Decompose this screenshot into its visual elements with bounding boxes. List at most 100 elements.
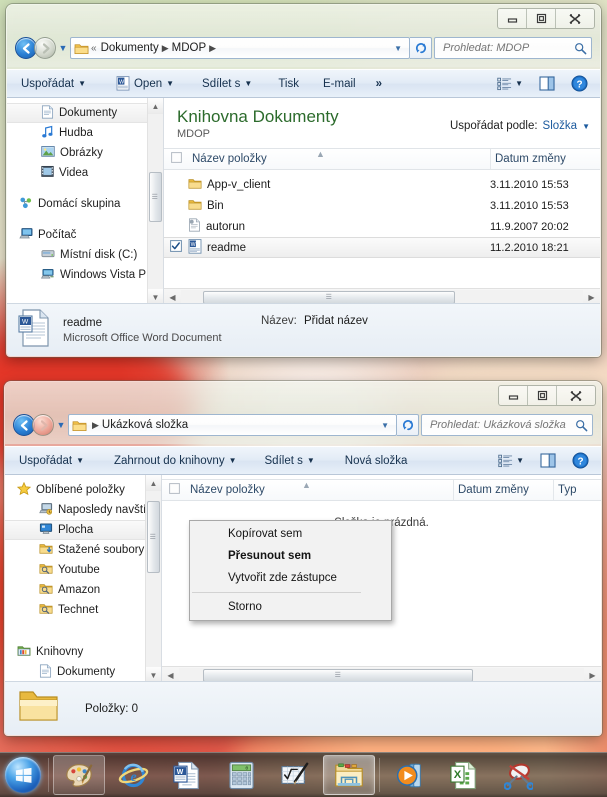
forward-button[interactable] bbox=[32, 414, 54, 436]
recent-locations-button[interactable]: ▼ bbox=[54, 420, 68, 430]
window1-caption-buttons[interactable] bbox=[497, 8, 595, 29]
close-button[interactable] bbox=[557, 386, 595, 405]
select-all-checkbox[interactable] bbox=[170, 150, 182, 168]
sidebar-item-videa[interactable]: Videa bbox=[7, 163, 163, 183]
sidebar-item-domaci-skupina[interactable]: Domácí skupina bbox=[7, 194, 163, 214]
taskbar-button-media-player[interactable] bbox=[384, 755, 436, 795]
organize-button[interactable]: Uspořádat ▼ bbox=[13, 72, 94, 95]
include-in-library-button[interactable]: Zahrnout do knihovny ▼ bbox=[106, 449, 245, 472]
scroll-up-icon[interactable]: ▲ bbox=[147, 98, 163, 114]
taskbar-buttons[interactable]: e W 0 bbox=[52, 754, 376, 796]
breadcrumb-separator-0[interactable]: ▶ bbox=[91, 420, 100, 431]
window1-nav-pane[interactable]: Dokumenty Hudba Obrázky Videa Domácí sku… bbox=[7, 98, 164, 305]
window2-address-row[interactable]: ▼ ▶ Ukázková složka ▼ bbox=[5, 412, 601, 438]
sidebar-item-dokumenty[interactable]: Dokumenty bbox=[5, 662, 161, 682]
taskbar-button-word[interactable]: W bbox=[161, 755, 213, 795]
sidebar-item-amazon[interactable]: Amazon bbox=[5, 580, 161, 600]
taskbar-button-calculator[interactable]: 0 bbox=[215, 755, 267, 795]
sidebar-item-hudba[interactable]: Hudba bbox=[7, 123, 163, 143]
taskbar-button-internet-explorer[interactable]: e bbox=[107, 755, 159, 795]
arrange-by-control[interactable]: Uspořádat podle: Složka ▼ bbox=[450, 120, 590, 132]
file-name-cell[interactable]: W readme bbox=[188, 238, 490, 257]
select-all-checkbox-cell[interactable] bbox=[164, 150, 188, 168]
sidebar-item-dokumenty[interactable]: Dokumenty bbox=[7, 103, 163, 123]
search-icon[interactable] bbox=[574, 42, 587, 55]
forward-button[interactable] bbox=[34, 37, 56, 59]
table-row[interactable]: autorun 11.9.2007 20:02 bbox=[164, 216, 600, 237]
context-menu-item-cancel[interactable]: Storno bbox=[190, 596, 391, 618]
help-button[interactable]: ? bbox=[567, 72, 592, 95]
drag-drop-context-menu[interactable]: Kopírovat sem Přesunout sem Vytvořit zde… bbox=[189, 520, 392, 621]
hscroll-thumb[interactable]: ☰ bbox=[203, 668, 473, 682]
context-menu-item-create-shortcut-here[interactable]: Vytvořit zde zástupce bbox=[190, 567, 391, 589]
details-title-field[interactable]: Název: Přidat název bbox=[261, 315, 368, 327]
sidebar-item-pocitac[interactable]: Počítač bbox=[7, 225, 163, 245]
row-checkbox-checked[interactable] bbox=[170, 240, 182, 255]
file-name-cell[interactable]: App-v_client bbox=[188, 177, 490, 193]
search-input[interactable] bbox=[441, 41, 574, 55]
file-name-cell[interactable]: autorun bbox=[188, 218, 490, 235]
breadcrumb-bar[interactable]: « Dokumenty ▶ MDOP ▶ ▼ bbox=[70, 37, 410, 59]
taskbar-buttons-secondary[interactable]: X bbox=[383, 754, 545, 796]
nav-scroll-track[interactable]: ☰ bbox=[147, 114, 163, 289]
restore-button[interactable] bbox=[528, 386, 557, 405]
file-name-cell[interactable]: Bin bbox=[188, 198, 490, 214]
sidebar-item-obrazky[interactable]: Obrázky bbox=[7, 143, 163, 163]
sidebar-item-knihovny[interactable]: Knihovny bbox=[5, 642, 161, 662]
window1-file-list[interactable]: App-v_client 3.11.2010 15:53 Bin 3.11.20… bbox=[164, 170, 600, 258]
nav-scroll-thumb[interactable]: ☰ bbox=[148, 172, 162, 222]
taskbar-button-explorer[interactable] bbox=[323, 755, 375, 795]
taskbar-button-excel[interactable]: X bbox=[438, 755, 490, 795]
recent-locations-button[interactable]: ▼ bbox=[56, 43, 70, 53]
taskbar-button-snipping-tool[interactable] bbox=[492, 755, 544, 795]
views-button[interactable]: ▼ bbox=[494, 449, 528, 472]
window1-column-header[interactable]: Název položky Datum změny ▲ bbox=[164, 148, 600, 170]
scroll-up-icon[interactable]: ▲ bbox=[145, 475, 161, 491]
window2-nav-pane[interactable]: Oblíbené položky Naposledy navští… Ploch… bbox=[5, 475, 162, 683]
select-all-checkbox[interactable] bbox=[168, 481, 180, 499]
sidebar-item-oblibene-polozky[interactable]: Oblíbené položky bbox=[5, 480, 161, 500]
breadcrumb-dropdown-icon[interactable]: ▼ bbox=[389, 44, 407, 53]
window1-address-row[interactable]: ▼ « Dokumenty ▶ MDOP ▶ ▼ bbox=[7, 35, 600, 61]
help-button[interactable]: ? bbox=[568, 449, 593, 472]
context-menu-item-move-here[interactable]: Přesunout sem bbox=[190, 545, 391, 567]
arrange-by-value[interactable]: Složka bbox=[543, 120, 578, 132]
context-menu-item-copy-here[interactable]: Kopírovat sem bbox=[190, 523, 391, 545]
breadcrumb-item-0[interactable]: Ukázková složka bbox=[100, 419, 190, 431]
window2-caption-buttons[interactable] bbox=[498, 385, 596, 406]
preview-pane-button[interactable] bbox=[535, 72, 559, 95]
breadcrumb-dropdown-icon[interactable]: ▼ bbox=[376, 421, 394, 430]
details-title-value[interactable]: Přidat název bbox=[304, 315, 368, 327]
breadcrumb-item-0[interactable]: Dokumenty bbox=[99, 42, 161, 54]
sidebar-item-mistni-disk-c[interactable]: Místní disk (C:) bbox=[7, 245, 163, 265]
restore-button[interactable] bbox=[527, 9, 556, 28]
search-box[interactable] bbox=[434, 37, 592, 59]
sidebar-item-naposledy-navstivene[interactable]: Naposledy navští… bbox=[5, 500, 161, 520]
window2-column-header[interactable]: Název položky Datum změny Typ ▲ bbox=[162, 479, 601, 501]
taskbar[interactable]: e W 0 X bbox=[0, 752, 607, 797]
row-checkbox-cell[interactable] bbox=[164, 240, 188, 255]
breadcrumb-item-1[interactable]: MDOP bbox=[170, 42, 209, 54]
hscroll-thumb[interactable]: ☰ bbox=[203, 290, 455, 304]
breadcrumb-separator-0[interactable]: ▶ bbox=[161, 43, 170, 54]
toolbar-overflow-button[interactable]: » bbox=[368, 72, 390, 95]
select-all-checkbox-cell[interactable] bbox=[162, 481, 186, 499]
window2-nav-scrollbar[interactable]: ▲ ☰ ▼ bbox=[145, 475, 161, 683]
sidebar-item-youtube[interactable]: Youtube bbox=[5, 560, 161, 580]
refresh-button[interactable] bbox=[397, 414, 419, 436]
breadcrumb-separator-1[interactable]: ▶ bbox=[208, 43, 217, 54]
breadcrumb-overflow[interactable]: « bbox=[89, 43, 99, 54]
column-header-type[interactable]: Typ bbox=[553, 480, 601, 500]
table-row[interactable]: Bin 3.11.2010 15:53 bbox=[164, 195, 600, 216]
column-header-name[interactable]: Název položky bbox=[188, 149, 490, 169]
start-button[interactable] bbox=[1, 754, 45, 796]
minimize-button[interactable] bbox=[498, 9, 527, 28]
window1-command-bar[interactable]: Uspořádat ▼ W Open ▼ Sdílet s ▼ Tisk E-m… bbox=[7, 69, 600, 98]
views-button[interactable]: ▼ bbox=[493, 72, 527, 95]
taskbar-button-math-input-panel[interactable] bbox=[269, 755, 321, 795]
window1-nav-scrollbar[interactable]: ▲ ☰ ▼ bbox=[147, 98, 163, 305]
sidebar-item-stazene-soubory[interactable]: Stažené soubory bbox=[5, 540, 161, 560]
breadcrumb-bar[interactable]: ▶ Ukázková složka ▼ bbox=[68, 414, 397, 436]
new-folder-button[interactable]: Nová složka bbox=[337, 449, 416, 472]
window1-list-pane[interactable]: Knihovna Dokumenty MDOP Uspořádat podle:… bbox=[164, 98, 600, 305]
